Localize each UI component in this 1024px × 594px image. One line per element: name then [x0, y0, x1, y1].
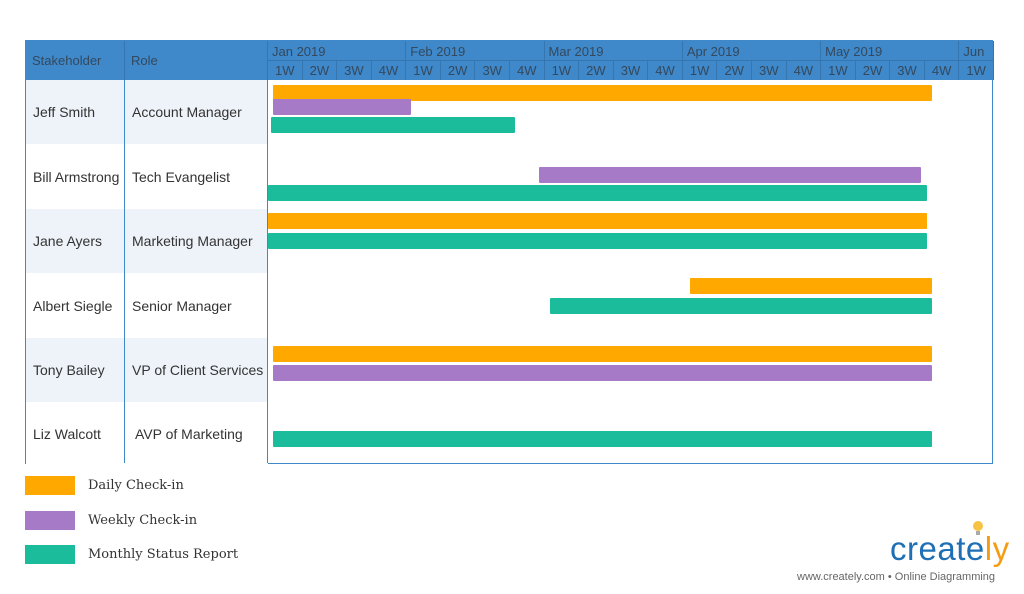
- table-body: Jeff Smith Account Manager Bill Armstrong…: [26, 80, 992, 465]
- month-label: Apr 2019: [683, 41, 822, 61]
- header-stakeholder: Stakeholder: [26, 41, 125, 80]
- week-label: 1W: [406, 60, 441, 80]
- stakeholder-name: Jane Ayers: [26, 209, 125, 273]
- table-row: Jane Ayers Marketing Manager: [26, 209, 992, 273]
- month-label: Jun: [959, 41, 994, 61]
- week-label: 2W: [302, 60, 338, 80]
- column-divider: [267, 80, 268, 463]
- legend-label-daily: Daily Check-in: [88, 478, 184, 493]
- week-label: 3W: [475, 60, 510, 80]
- stakeholder-role: Account Manager: [125, 80, 268, 144]
- table-row: Jeff Smith Account Manager: [26, 80, 992, 144]
- table-header: Stakeholder Role Jan 2019 1W 2W 3W 4W Feb 201…: [26, 41, 994, 80]
- bar-daily[interactable]: [268, 213, 927, 229]
- week-label: 4W: [371, 60, 407, 80]
- week-label: 2W: [579, 60, 614, 80]
- week-label: 1W: [959, 60, 994, 80]
- week-label: 3W: [613, 60, 649, 80]
- stakeholder-role: VP of Client Services: [125, 338, 268, 402]
- week-label: 4W: [509, 60, 545, 80]
- bar-monthly[interactable]: [273, 431, 932, 447]
- week-label: 1W: [544, 60, 580, 80]
- week-label: 2W: [440, 60, 476, 80]
- week-label: 3W: [751, 60, 787, 80]
- stakeholder-role: AVP of Marketing: [125, 402, 268, 465]
- table-row: Tony Bailey VP of Client Services: [26, 338, 992, 402]
- header-role: Role: [125, 41, 268, 80]
- table-row: Liz Walcott AVP of Marketing: [26, 402, 992, 465]
- stakeholder-name: Bill Armstrong: [26, 144, 125, 209]
- stakeholder-name: Jeff Smith: [26, 80, 125, 144]
- stakeholder-name: Albert Siegle: [26, 273, 125, 338]
- legend-swatch-weekly: [25, 510, 75, 530]
- week-label: 2W: [855, 60, 891, 80]
- legend-label-weekly: Weekly Check-in: [88, 512, 198, 528]
- legend-swatch-daily: [25, 476, 75, 495]
- bar-monthly[interactable]: [271, 117, 516, 133]
- column-divider: [124, 80, 125, 463]
- stakeholder-name: Tony Bailey: [26, 338, 125, 402]
- week-label: 4W: [648, 60, 683, 80]
- bar-monthly[interactable]: [268, 233, 927, 249]
- month-label: Feb 2019: [406, 41, 545, 61]
- bar-weekly[interactable]: [273, 99, 412, 115]
- week-label: 2W: [717, 60, 752, 80]
- week-label: 1W: [821, 60, 856, 80]
- month-label: May 2019: [821, 41, 960, 61]
- stakeholder-role: Tech Evangelist: [125, 144, 268, 209]
- bar-daily[interactable]: [273, 346, 932, 362]
- bar-monthly[interactable]: [268, 185, 927, 201]
- week-label: 4W: [786, 60, 822, 80]
- bar-weekly[interactable]: [273, 365, 932, 381]
- month-label: Jan 2019: [268, 41, 407, 61]
- week-label: 3W: [890, 60, 925, 80]
- week-label: 1W: [268, 60, 303, 80]
- bar-daily[interactable]: [689, 278, 932, 294]
- week-label: 4W: [924, 60, 960, 80]
- bar-weekly[interactable]: [539, 167, 922, 183]
- month-label: Mar 2019: [545, 41, 683, 61]
- timeline-header: Jan 2019 1W 2W 3W 4W Feb 2019 1W 2W 3W 4W Mar 2019…: [268, 41, 994, 80]
- stakeholder-role: Senior Manager: [125, 273, 268, 338]
- week-label: 1W: [682, 60, 718, 80]
- stakeholder-role: Marketing Manager: [125, 209, 268, 273]
- week-label: 3W: [337, 60, 372, 80]
- table-row: Albert Siegle Senior Manager: [26, 273, 992, 338]
- legend-swatch-monthly: [25, 545, 75, 564]
- brand-tagline: www.creately.com • Online Diagramming: [797, 571, 996, 583]
- gantt-table: Stakeholder Role Jan 2019 1W 2W 3W 4W Feb 201…: [25, 40, 994, 465]
- legend-label-monthly: Monthly Status Report: [88, 547, 239, 562]
- table-row: Bill Armstrong Tech Evangelist: [26, 144, 992, 209]
- bar-monthly[interactable]: [549, 298, 932, 314]
- stakeholder-name: Liz Walcott: [26, 402, 125, 465]
